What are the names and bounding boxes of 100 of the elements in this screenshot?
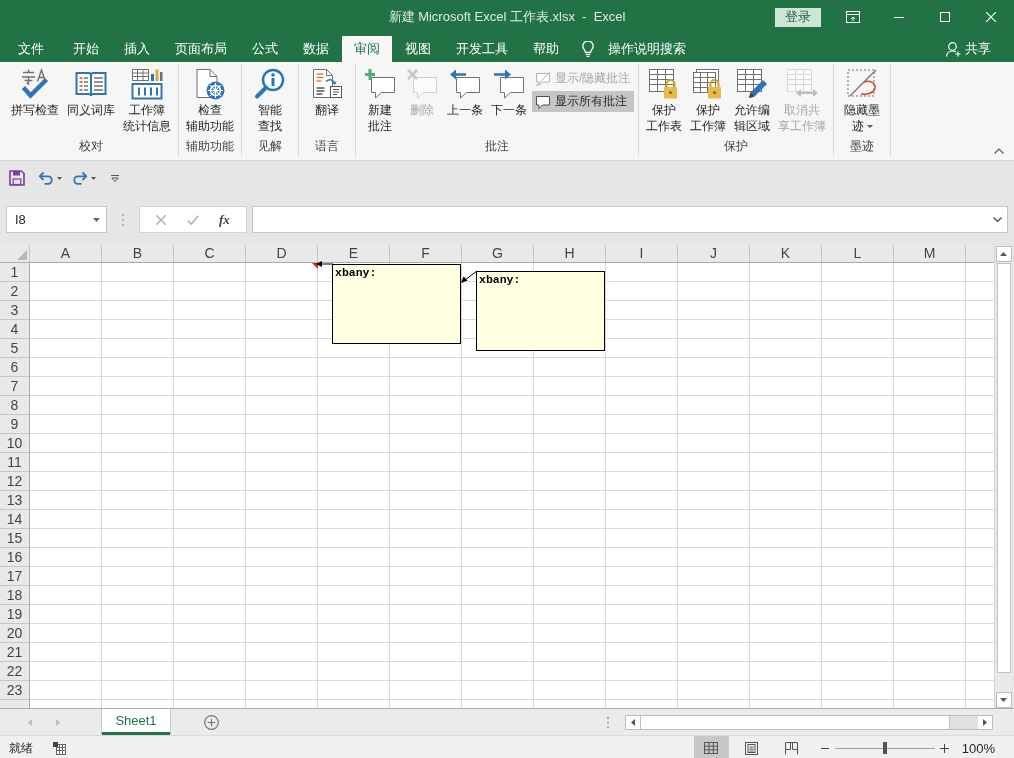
column-header[interactable]: A [30, 245, 102, 262]
ribbon-tab[interactable]: 审阅 [342, 36, 392, 62]
scroll-up-icon[interactable] [1000, 252, 1007, 256]
protect-sheet-button[interactable]: 保护工作表 [643, 64, 686, 136]
column-header[interactable]: D [246, 245, 318, 262]
scroll-down-icon[interactable] [1000, 698, 1007, 702]
save-icon[interactable] [9, 170, 25, 186]
row-header[interactable]: 20 [0, 624, 29, 643]
accessibility-check-icon [194, 68, 226, 100]
normal-view-button[interactable] [693, 736, 729, 758]
caret-icon[interactable] [93, 217, 100, 222]
row-header[interactable]: 19 [0, 605, 29, 624]
row-header[interactable]: 17 [0, 567, 29, 586]
next-comment-button[interactable]: 下一条 [488, 64, 530, 120]
show-all-comments-button[interactable]: 显示所有批注 [532, 91, 635, 112]
row-header[interactable]: 5 [0, 339, 29, 358]
scroll-right-icon[interactable] [983, 718, 987, 726]
new-comment-button[interactable]: 新建批注 [360, 64, 400, 136]
tell-me-button[interactable]: 操作说明搜索 [582, 36, 686, 62]
column-header[interactable]: I [606, 245, 678, 262]
ribbon-tab[interactable]: 开始 [61, 36, 111, 62]
caret-icon[interactable] [91, 176, 96, 180]
ribbon-tab[interactable]: 帮助 [521, 36, 571, 62]
row-header[interactable]: 13 [0, 491, 29, 510]
row-header[interactable]: 23 [0, 681, 29, 700]
workbook-statistics-button[interactable]: 工作簿统计信息 [120, 64, 174, 136]
column-header[interactable]: F [390, 245, 462, 262]
zoom-in-icon[interactable] [939, 743, 949, 753]
previous-comment-button[interactable]: 上一条 [444, 64, 486, 120]
row-header[interactable]: 10 [0, 434, 29, 453]
hide-ink-button[interactable]: 隐藏墨迹 [841, 64, 884, 136]
comment-box[interactable]: xbany: [476, 271, 605, 351]
column-header[interactable]: G [462, 245, 534, 262]
group-label: 见解 [258, 138, 282, 154]
sign-in-button[interactable]: 登录 [775, 7, 821, 27]
check-accessibility-button[interactable]: 检查辅助功能 [183, 64, 237, 136]
row-header[interactable]: 11 [0, 453, 29, 472]
smart-lookup-button[interactable]: 智能查找 [250, 64, 290, 136]
ribbon-tab[interactable]: 数据 [291, 36, 341, 62]
share-button[interactable]: 共享 [946, 36, 991, 62]
row-header[interactable]: 18 [0, 586, 29, 605]
row-header[interactable]: 9 [0, 415, 29, 434]
row-header[interactable]: 21 [0, 643, 29, 662]
row-header[interactable]: 8 [0, 396, 29, 415]
ribbon-tab[interactable]: 插入 [112, 36, 162, 62]
row-header[interactable]: 3 [0, 301, 29, 320]
scroll-left-icon[interactable] [631, 718, 635, 726]
thesaurus-button[interactable]: 同义词库 [64, 64, 118, 120]
row-header[interactable]: 12 [0, 472, 29, 491]
row-header[interactable]: 2 [0, 282, 29, 301]
ribbon-tab[interactable]: 开发工具 [444, 36, 520, 62]
sheet-tab[interactable]: Sheet1 [102, 709, 170, 735]
allow-edit-ranges-button[interactable]: 允许编辑区域 [731, 64, 774, 136]
comment-box[interactable]: xbany: [332, 264, 461, 344]
column-header[interactable]: K [750, 245, 822, 262]
row-header[interactable]: 22 [0, 662, 29, 681]
customize-toolbar-icon[interactable] [111, 174, 119, 182]
row-header[interactable]: 6 [0, 358, 29, 377]
caret-icon[interactable] [57, 176, 62, 180]
formula-input[interactable] [252, 206, 1008, 233]
translate-button[interactable]: 翻译 [307, 64, 347, 120]
row-header[interactable]: 1 [0, 263, 29, 282]
vertical-scrollbar[interactable] [994, 245, 1012, 708]
scrollbar-thumb[interactable] [640, 715, 950, 729]
zoom-level[interactable]: 100% [961, 740, 995, 756]
check-icon[interactable] [186, 214, 199, 225]
column-header[interactable]: M [894, 245, 966, 262]
scrollbar-thumb[interactable] [996, 263, 1011, 673]
column-header[interactable]: J [678, 245, 750, 262]
row-header[interactable]: 14 [0, 510, 29, 529]
ribbon-tab[interactable]: 视图 [393, 36, 443, 62]
row-header[interactable]: 16 [0, 548, 29, 567]
comment-icon [535, 93, 551, 110]
insert-function-button[interactable]: fx [218, 211, 230, 228]
close-icon[interactable] [986, 12, 996, 22]
maximize-icon[interactable] [940, 12, 950, 22]
macro-record-icon[interactable] [53, 741, 66, 755]
spell-check-button[interactable]: 拼写检查 [8, 64, 62, 120]
column-header[interactable]: L [822, 245, 894, 262]
row-header[interactable]: 15 [0, 529, 29, 548]
collapse-ribbon-icon[interactable] [994, 148, 1004, 154]
zoom-slider-thumb[interactable] [882, 742, 887, 754]
column-header[interactable]: C [174, 245, 246, 262]
expand-caret-icon[interactable] [993, 217, 1002, 222]
horizontal-scrollbar[interactable] [625, 714, 993, 730]
minimize-icon[interactable] [894, 16, 904, 18]
protect-workbook-button[interactable]: 保护工作簿 [687, 64, 730, 136]
ribbon-tab[interactable]: 文件 [6, 36, 56, 62]
name-box[interactable]: I8 [6, 206, 107, 233]
row-header[interactable]: 7 [0, 377, 29, 396]
column-header[interactable]: H [534, 245, 606, 262]
ribbon-tab[interactable]: 页面布局 [163, 36, 239, 62]
undo-icon[interactable] [38, 171, 54, 185]
ribbon-tab[interactable]: 公式 [240, 36, 290, 62]
add-sheet-icon[interactable] [204, 714, 219, 730]
zoom-slider[interactable] [834, 742, 935, 754]
row-header[interactable]: 4 [0, 320, 29, 339]
ribbon-display-options-icon[interactable] [846, 11, 860, 23]
redo-icon[interactable] [72, 171, 88, 185]
column-header[interactable]: B [102, 245, 174, 262]
